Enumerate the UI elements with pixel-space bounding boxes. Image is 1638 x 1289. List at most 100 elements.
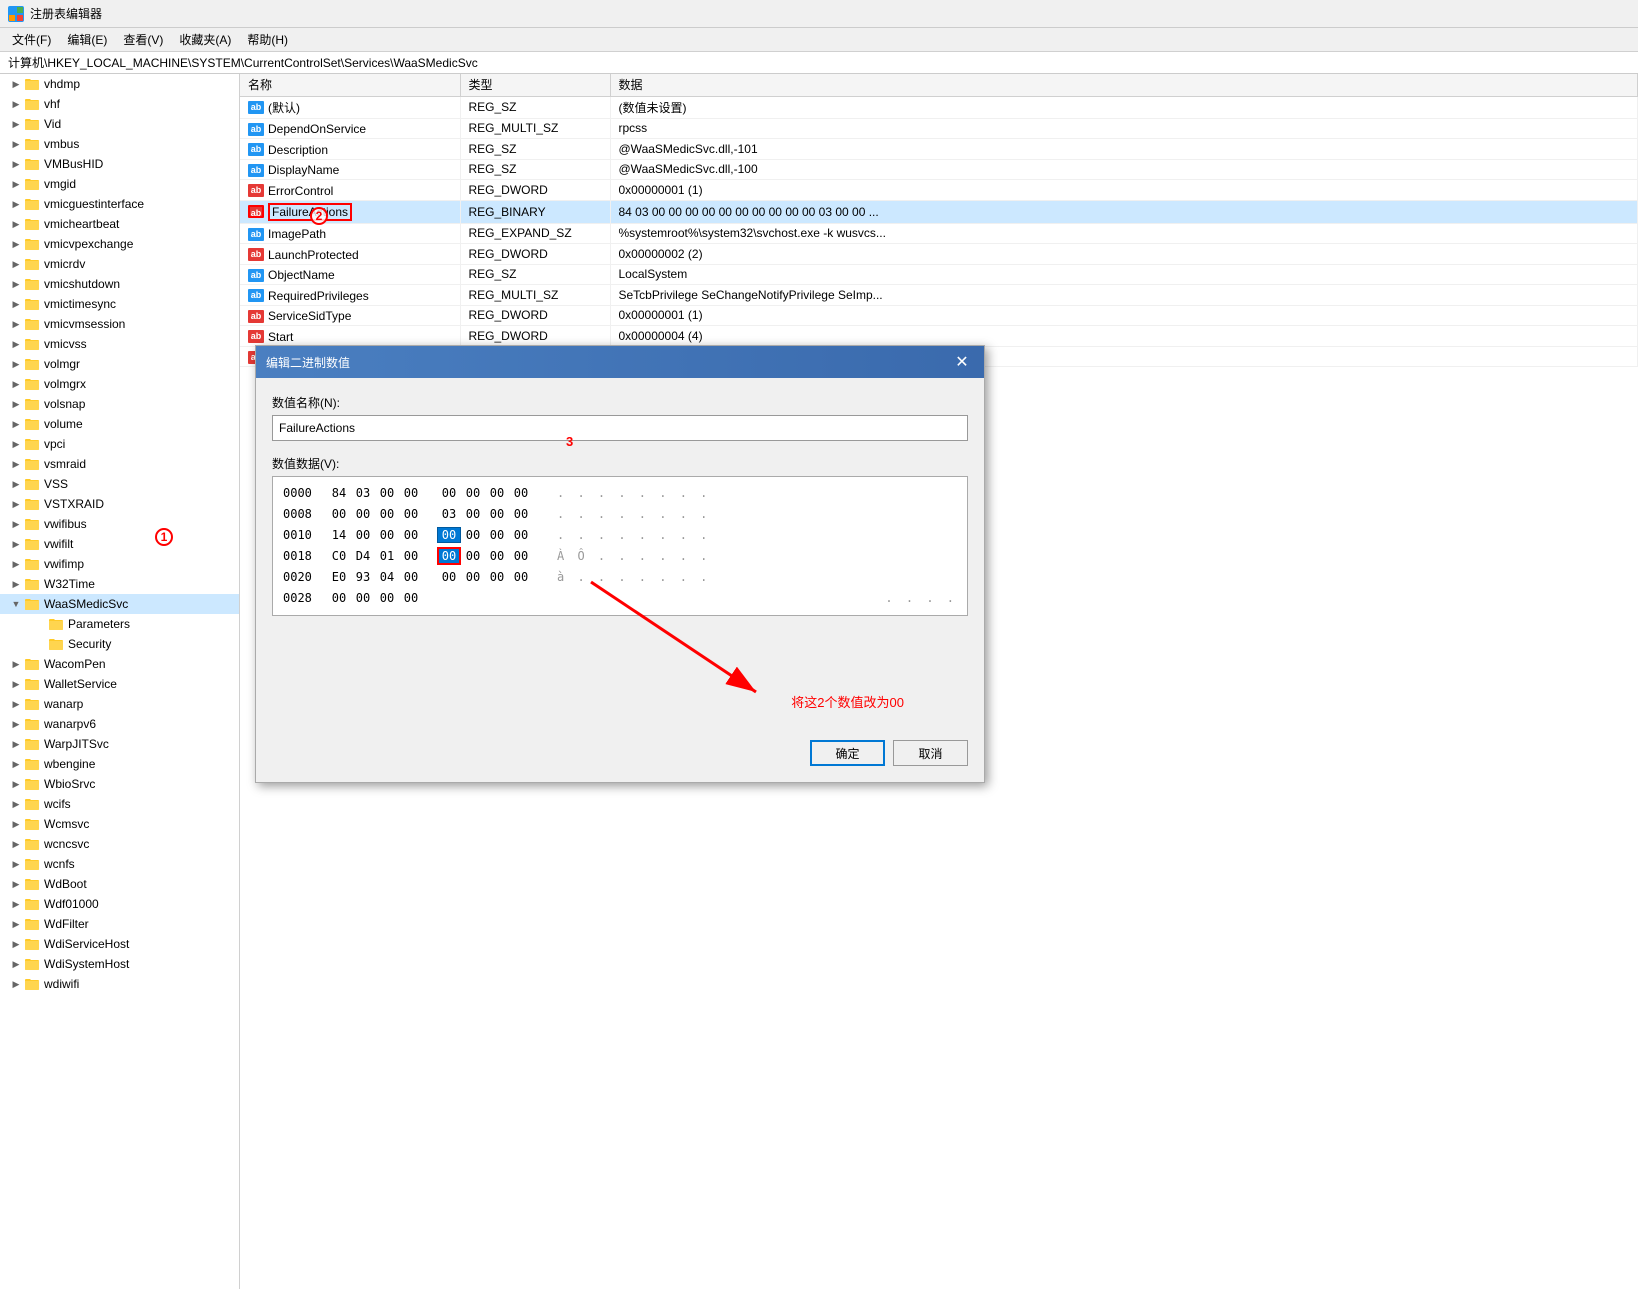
tree-item-wcifs[interactable]: wcifs bbox=[0, 794, 239, 814]
expand-arrow[interactable] bbox=[8, 456, 24, 472]
expand-arrow[interactable] bbox=[8, 376, 24, 392]
expand-arrow[interactable] bbox=[8, 896, 24, 912]
tree-item-vmicheartbeat[interactable]: vmicheartbeat bbox=[0, 214, 239, 234]
expand-arrow[interactable] bbox=[8, 776, 24, 792]
expand-arrow[interactable] bbox=[8, 516, 24, 532]
tree-item-w32time[interactable]: W32Time bbox=[0, 574, 239, 594]
tree-item-vss[interactable]: VSS bbox=[0, 474, 239, 494]
tree-item-vmicguestinterface[interactable]: vmicguestinterface bbox=[0, 194, 239, 214]
expand-arrow[interactable] bbox=[8, 436, 24, 452]
tree-item-waasmedicsvc[interactable]: WaaSMedicSvc bbox=[0, 594, 239, 614]
table-row[interactable]: ab LaunchProtected REG_DWORD 0x00000002 … bbox=[240, 244, 1638, 265]
expand-arrow[interactable] bbox=[8, 296, 24, 312]
dialog-name-input[interactable] bbox=[272, 415, 968, 441]
tree-item-vwifilt[interactable]: vwifilt bbox=[0, 534, 239, 554]
menu-file[interactable]: 文件(F) bbox=[4, 29, 59, 50]
menu-view[interactable]: 查看(V) bbox=[115, 29, 171, 50]
tree-item-security[interactable]: Security bbox=[0, 634, 239, 654]
expand-arrow[interactable] bbox=[8, 576, 24, 592]
tree-item-vstxraid[interactable]: VSTXRAID bbox=[0, 494, 239, 514]
menu-edit[interactable]: 编辑(E) bbox=[59, 29, 115, 50]
tree-item-volmgrx[interactable]: volmgrx bbox=[0, 374, 239, 394]
table-row-failureactions[interactable]: ab FailureActions REG_BINARY 84 03 00 00… bbox=[240, 200, 1638, 223]
expand-arrow[interactable] bbox=[8, 556, 24, 572]
tree-item-wbengine[interactable]: wbengine bbox=[0, 754, 239, 774]
expand-arrow[interactable] bbox=[8, 976, 24, 992]
expand-arrow[interactable] bbox=[8, 596, 24, 612]
table-row[interactable]: ab ImagePath REG_EXPAND_SZ %systemroot%\… bbox=[240, 223, 1638, 244]
tree-item-vmicvpexchange[interactable]: vmicvpexchange bbox=[0, 234, 239, 254]
tree-item-wdiservicehost[interactable]: WdiServiceHost bbox=[0, 934, 239, 954]
tree-item-vmicrdv[interactable]: vmicrdv bbox=[0, 254, 239, 274]
tree-item-warpjitsvc[interactable]: WarpJITSvc bbox=[0, 734, 239, 754]
tree-item-vwifibus[interactable]: vwifibus bbox=[0, 514, 239, 534]
tree-item-wanarp[interactable]: wanarp bbox=[0, 694, 239, 714]
expand-arrow[interactable] bbox=[8, 156, 24, 172]
dialog-close-button[interactable]: ✕ bbox=[950, 350, 974, 374]
hex-highlighted-1[interactable]: 00 bbox=[437, 527, 461, 543]
table-row[interactable]: ab ServiceSidType REG_DWORD 0x00000001 (… bbox=[240, 305, 1638, 326]
expand-arrow[interactable] bbox=[8, 216, 24, 232]
tree-item-vid[interactable]: Vid bbox=[0, 114, 239, 134]
table-row[interactable]: ab (默认) REG_SZ (数值未设置) bbox=[240, 96, 1638, 118]
tree-item-wdisystemhost[interactable]: WdiSystemHost bbox=[0, 954, 239, 974]
expand-arrow[interactable] bbox=[8, 836, 24, 852]
table-row[interactable]: ab RequiredPrivileges REG_MULTI_SZ SeTcb… bbox=[240, 285, 1638, 306]
expand-arrow[interactable] bbox=[8, 276, 24, 292]
expand-arrow[interactable] bbox=[8, 736, 24, 752]
tree-item-vmgid[interactable]: vmgid bbox=[0, 174, 239, 194]
tree-item-wdf01000[interactable]: Wdf01000 bbox=[0, 894, 239, 914]
expand-arrow[interactable] bbox=[8, 176, 24, 192]
expand-arrow[interactable] bbox=[8, 816, 24, 832]
tree-item-vmicvmsession[interactable]: vmicvmsession bbox=[0, 314, 239, 334]
tree-item-wcmsvc[interactable]: Wcmsvc bbox=[0, 814, 239, 834]
table-row[interactable]: ab ObjectName REG_SZ LocalSystem bbox=[240, 264, 1638, 285]
expand-arrow[interactable] bbox=[8, 656, 24, 672]
expand-arrow[interactable] bbox=[8, 76, 24, 92]
tree-item-vmbushid[interactable]: VMBusHID bbox=[0, 154, 239, 174]
expand-arrow[interactable] bbox=[8, 956, 24, 972]
expand-arrow[interactable] bbox=[8, 716, 24, 732]
expand-arrow[interactable] bbox=[8, 916, 24, 932]
tree-item-vhf[interactable]: vhf bbox=[0, 94, 239, 114]
tree-item-wacompen[interactable]: WacomPen bbox=[0, 654, 239, 674]
expand-arrow[interactable] bbox=[8, 696, 24, 712]
expand-arrow[interactable] bbox=[8, 676, 24, 692]
expand-arrow[interactable] bbox=[8, 856, 24, 872]
tree-item-volsnap[interactable]: volsnap bbox=[0, 394, 239, 414]
menu-favorites[interactable]: 收藏夹(A) bbox=[171, 29, 239, 50]
menu-help[interactable]: 帮助(H) bbox=[239, 29, 296, 50]
dialog-ok-button[interactable]: 确定 bbox=[810, 740, 885, 766]
expand-arrow[interactable] bbox=[8, 136, 24, 152]
tree-item-volmgr[interactable]: volmgr bbox=[0, 354, 239, 374]
expand-arrow[interactable] bbox=[8, 416, 24, 432]
expand-arrow[interactable] bbox=[8, 356, 24, 372]
tree-item-wdfilter[interactable]: WdFilter bbox=[0, 914, 239, 934]
expand-arrow[interactable] bbox=[8, 936, 24, 952]
expand-arrow[interactable] bbox=[8, 756, 24, 772]
expand-arrow[interactable] bbox=[8, 236, 24, 252]
tree-item-volume[interactable]: volume bbox=[0, 414, 239, 434]
tree-item-vsmraid[interactable]: vsmraid bbox=[0, 454, 239, 474]
tree-item-walletservice[interactable]: WalletService bbox=[0, 674, 239, 694]
tree-item-vmbus[interactable]: vmbus bbox=[0, 134, 239, 154]
expand-arrow[interactable] bbox=[8, 796, 24, 812]
tree-item-wanarpv6[interactable]: wanarpv6 bbox=[0, 714, 239, 734]
table-row[interactable]: ab Start REG_DWORD 0x00000004 (4) bbox=[240, 326, 1638, 347]
tree-item-vwifimp[interactable]: vwifimp bbox=[0, 554, 239, 574]
tree-item-wcnfs[interactable]: wcnfs bbox=[0, 854, 239, 874]
expand-arrow[interactable] bbox=[8, 876, 24, 892]
tree-item-wdboot[interactable]: WdBoot bbox=[0, 874, 239, 894]
tree-item-vmicvss[interactable]: vmicvss bbox=[0, 334, 239, 354]
tree-item-wbiosrvc[interactable]: WbioSrvc bbox=[0, 774, 239, 794]
expand-arrow[interactable] bbox=[8, 196, 24, 212]
tree-item-vmicshutdown[interactable]: vmicshutdown bbox=[0, 274, 239, 294]
expand-arrow[interactable] bbox=[8, 316, 24, 332]
expand-arrow[interactable] bbox=[8, 336, 24, 352]
expand-arrow[interactable] bbox=[8, 396, 24, 412]
tree-item-vpci[interactable]: vpci bbox=[0, 434, 239, 454]
table-row[interactable]: ab DisplayName REG_SZ @WaaSMedicSvc.dll,… bbox=[240, 159, 1638, 180]
hex-highlighted-2[interactable]: 00 bbox=[437, 547, 461, 565]
tree-item-wdiwifi[interactable]: wdiwifi bbox=[0, 974, 239, 994]
tree-item-wcncsvc[interactable]: wcncsvc bbox=[0, 834, 239, 854]
